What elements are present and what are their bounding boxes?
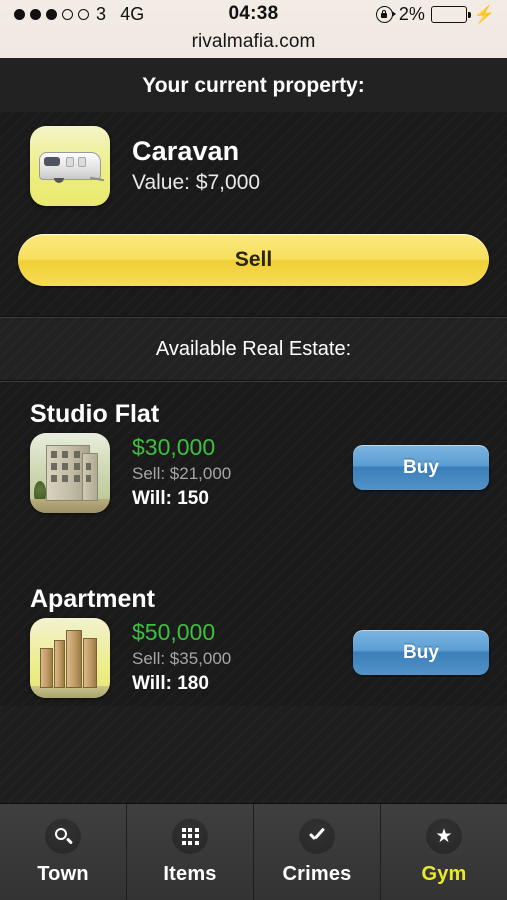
- star-icon: ★: [426, 818, 462, 854]
- tab-items[interactable]: Items: [127, 804, 254, 900]
- listing-will: Will: 150: [132, 488, 209, 510]
- lightning-bolt-icon: ⚡: [473, 5, 495, 24]
- buy-button[interactable]: Buy: [353, 445, 489, 490]
- caravan-icon: [30, 126, 110, 206]
- tab-label: Crimes: [282, 863, 352, 885]
- listings-container: Studio Flat $30,000 Sell: $21,000 Will: …: [0, 381, 507, 706]
- page-content: Your current property: Caravan Value: $7…: [0, 58, 507, 803]
- battery-icon: [430, 6, 471, 23]
- list-item[interactable]: Studio Flat $30,000 Sell: $21,000 Will: …: [0, 382, 507, 521]
- current-property-row: Caravan Value: $7,000: [0, 126, 507, 206]
- grid-icon: [172, 818, 208, 854]
- sell-button[interactable]: Sell: [18, 234, 489, 286]
- check-icon: [299, 818, 335, 854]
- tab-label: Town: [37, 863, 89, 885]
- current-property-value: Value: $7,000: [132, 171, 261, 195]
- status-bar-right: 2% ⚡: [375, 4, 495, 25]
- phone-screen: 3 4G 04:38 2% ⚡ rivalmafia.com Your curr…: [0, 0, 507, 900]
- listing-price: $50,000: [132, 619, 216, 645]
- current-property-title: Your current property:: [142, 74, 365, 97]
- list-item[interactable]: Apartment $50,000 Sell: $35,000 Will: 18…: [0, 567, 507, 706]
- available-real-estate-title: Available Real Estate:: [155, 338, 352, 360]
- tab-label: Items: [163, 863, 217, 885]
- listing-price: $30,000: [132, 434, 216, 460]
- listing-spacer: [0, 521, 507, 567]
- current-property-card: Caravan Value: $7,000 Sell: [0, 112, 507, 316]
- search-icon: [45, 818, 81, 854]
- listing-name: Apartment: [30, 585, 156, 613]
- listing-name: Studio Flat: [30, 400, 160, 428]
- studio-flat-icon: [30, 433, 110, 513]
- current-property-name: Caravan: [132, 135, 240, 166]
- listing-sell-price: Sell: $35,000: [132, 648, 232, 668]
- listing-sell-price: Sell: $21,000: [132, 463, 232, 483]
- apartment-icon: [30, 618, 110, 698]
- tab-crimes[interactable]: Crimes: [254, 804, 381, 900]
- tab-label: Gym: [421, 863, 467, 885]
- listing-will: Will: 180: [132, 673, 209, 695]
- current-property-section: Your current property: Caravan Value: $7…: [0, 58, 507, 317]
- available-real-estate-header: Available Real Estate:: [0, 317, 507, 381]
- tab-town[interactable]: Town: [0, 804, 127, 900]
- tab-gym[interactable]: ★ Gym: [381, 804, 507, 900]
- battery-percent-label: 2%: [398, 4, 425, 24]
- rotation-lock-icon: [375, 6, 396, 23]
- bottom-tab-bar: Town Items Crimes ★ Gym: [0, 803, 507, 900]
- url-label[interactable]: rivalmafia.com: [0, 30, 507, 53]
- status-bar: 3 4G 04:38 2% ⚡ rivalmafia.com: [0, 0, 507, 58]
- buy-button[interactable]: Buy: [353, 630, 489, 675]
